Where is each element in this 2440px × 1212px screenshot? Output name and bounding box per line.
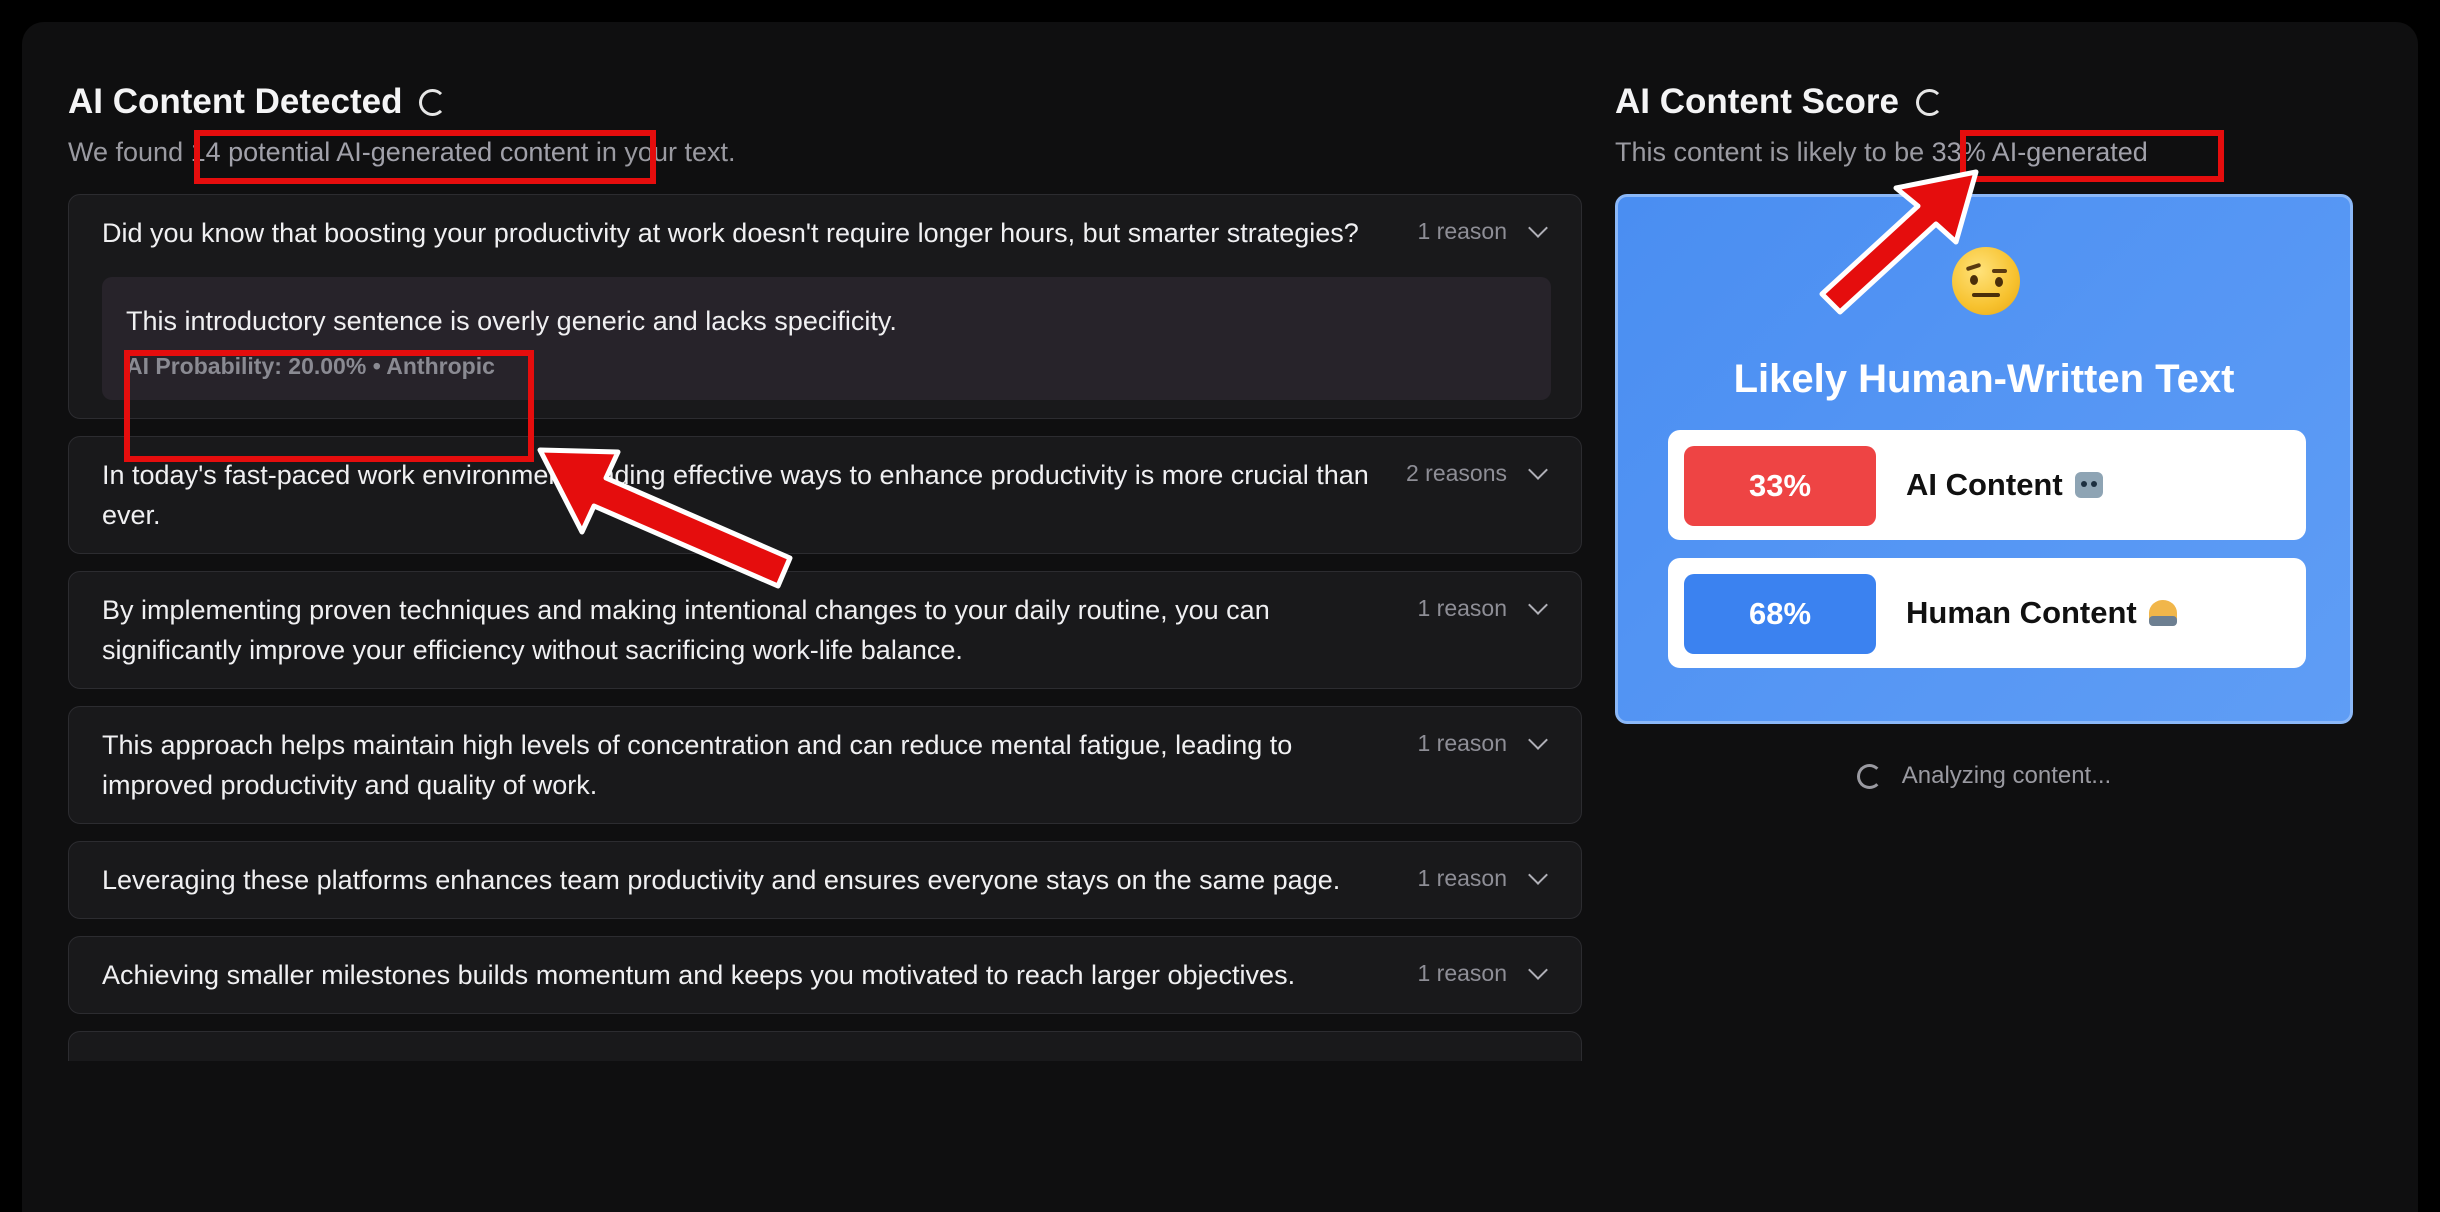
reason-text: This introductory sentence is overly gen… [126,306,897,336]
reason-detail: This introductory sentence is overly gen… [102,277,1551,400]
reason-count: 1 reason [1417,960,1507,986]
subtitle-prefix: This content is likely to be [1615,137,1932,167]
detected-count: 14 potential AI-generated content [190,137,589,167]
human-content-label: Human Content [1906,558,2177,668]
sentence-card[interactable]: Achieving smaller milestones builds mome… [68,936,1582,1014]
chevron-up-icon[interactable] [1528,217,1548,238]
reason-count: 2 reasons [1405,460,1507,486]
loading-spinner-icon [1856,763,1882,789]
ai-content-detected-panel: AI Content Detected We found 14 potentia… [68,82,1582,1078]
chevron-down-icon[interactable] [1528,729,1548,750]
ai-content-row: 33% AI Content [1668,430,2306,540]
ai-label-text: AI Content [1906,467,2063,502]
sentence-text: This approach helps maintain high levels… [102,730,1293,800]
reason-count: 1 reason [1417,595,1507,621]
loading-spinner-icon [419,88,447,116]
sentence-card[interactable]: This approach helps maintain high levels… [68,706,1582,824]
sentence-text: Achieving smaller milestones builds mome… [102,960,1296,990]
sentence-card[interactable] [68,1031,1582,1061]
reason-count: 1 reason [1417,218,1507,244]
sentence-card[interactable]: In today's fast-paced work environment, … [68,436,1582,554]
sentence-text: Leveraging these platforms enhances team… [102,865,1341,895]
score-card: Likely Human-Written Text 33% AI Content… [1615,194,2353,724]
chevron-down-icon[interactable] [1528,959,1548,980]
robot-icon [2074,472,2103,498]
reason-meta: AI Probability: 20.00% • Anthropic [126,353,495,379]
reason-count: 1 reason [1417,730,1507,756]
sentence-text: Did you know that boosting your producti… [102,218,1359,248]
human-percent-badge: 68% [1684,574,1876,654]
subtitle-suffix: in your text. [588,137,736,167]
sentence-card[interactable]: By implementing proven techniques and ma… [68,571,1582,689]
sentence-card[interactable]: Leveraging these platforms enhances team… [68,841,1582,919]
ai-content-label: AI Content [1906,430,2103,540]
chevron-down-icon[interactable] [1528,594,1548,615]
ai-content-score-panel: AI Content Score This content is likely … [1615,82,2353,790]
chevron-down-icon[interactable] [1528,459,1548,480]
detected-subtitle: We found 14 potential AI-generated conte… [68,132,1582,172]
chevron-down-icon[interactable] [1528,864,1548,885]
human-label-text: Human Content [1906,595,2137,630]
face-with-raised-eyebrow-icon [1952,247,2020,315]
app-frame: AI Content Detected We found 14 potentia… [22,22,2418,1212]
sentence-list: Did you know that boosting your producti… [68,194,1582,1061]
loading-spinner-icon [1915,88,1943,116]
score-percent-text: 33% AI-generated [1931,137,2148,167]
reason-count: 1 reason [1417,865,1507,891]
subtitle-prefix: We found [68,137,191,167]
human-content-row: 68% Human Content [1668,558,2306,668]
detected-heading: AI Content Detected [68,82,1582,122]
sentence-text: By implementing proven techniques and ma… [102,595,1270,665]
sentence-text: In today's fast-paced work environment, … [102,460,1369,530]
sentence-card[interactable]: Did you know that boosting your producti… [68,194,1582,419]
analyzing-text: Analyzing content... [1901,762,2112,789]
ai-percent-badge: 33% [1684,446,1876,526]
score-subtitle: This content is likely to be 33% AI-gene… [1615,132,2353,172]
detected-title: AI Content Detected [68,82,403,121]
score-heading: AI Content Score [1615,82,2353,122]
person-at-laptop-icon [2148,600,2177,626]
score-title: AI Content Score [1615,82,1899,121]
verdict-title: Likely Human-Written Text [1733,357,2235,401]
analyzing-status: Analyzing content... [1615,762,2353,790]
